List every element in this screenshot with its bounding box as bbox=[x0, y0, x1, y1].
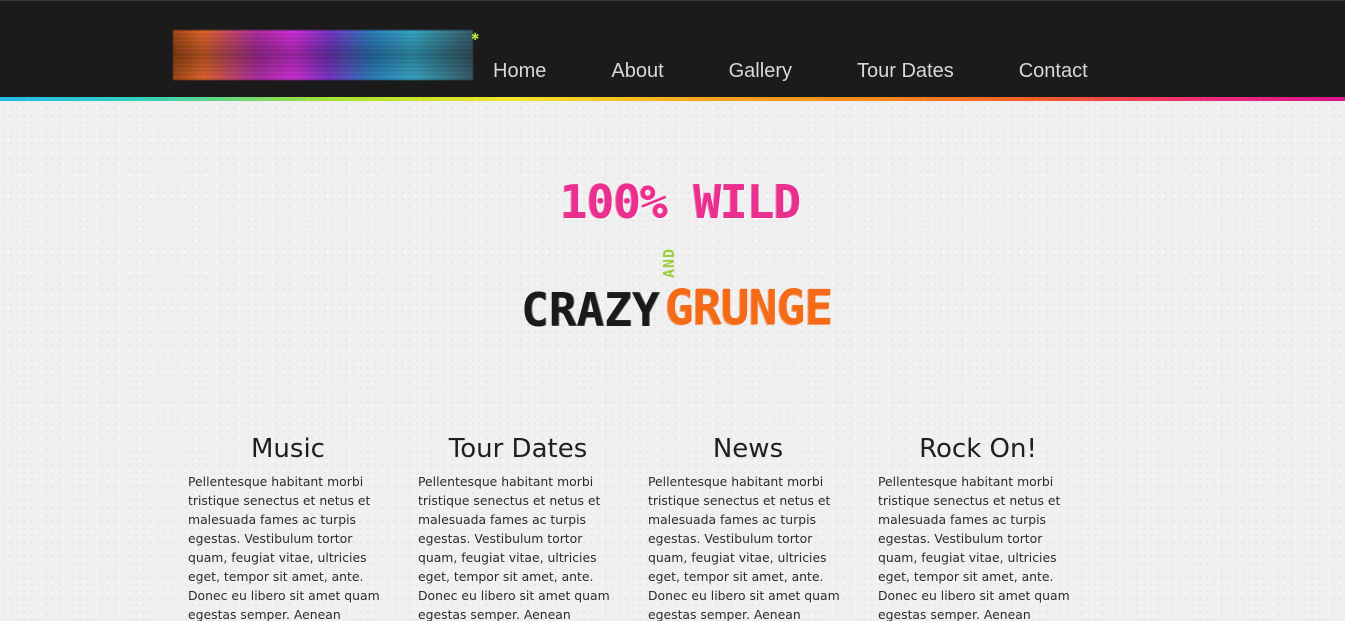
hero-and-text: AND bbox=[660, 247, 678, 278]
column-text: Pellentesque habitant morbi tristique se… bbox=[648, 474, 840, 621]
column-title: Tour Dates bbox=[448, 434, 588, 464]
rainbow-divider bbox=[0, 97, 1345, 101]
hero-headline-wild: 100% WILD bbox=[560, 175, 801, 229]
column-music: Music Pellentesque habitant morbi tristi… bbox=[188, 432, 388, 621]
main-nav: Home About Gallery Tour Dates Contact bbox=[493, 59, 1088, 83]
column-title: Rock On! bbox=[919, 434, 1037, 464]
column-text: Pellentesque habitant morbi tristique se… bbox=[418, 474, 610, 621]
nav-gallery-link[interactable]: Gallery bbox=[729, 59, 792, 83]
nav-about-link[interactable]: About bbox=[611, 59, 663, 83]
column-news: News Pellentesque habitant morbi tristiq… bbox=[648, 432, 848, 621]
logo-spark-icon: ✱ bbox=[471, 32, 480, 43]
column-tour-dates: Tour Dates Pellentesque habitant morbi t… bbox=[418, 432, 618, 621]
feature-columns: Music Pellentesque habitant morbi tristi… bbox=[188, 432, 1108, 621]
site-logo[interactable] bbox=[173, 30, 473, 80]
column-title: Music bbox=[251, 434, 325, 464]
top-header: ✱ Home About Gallery Tour Dates Contact bbox=[0, 0, 1345, 97]
column-rock-on: Rock On! Pellentesque habitant morbi tri… bbox=[878, 432, 1078, 621]
column-text: Pellentesque habitant morbi tristique se… bbox=[188, 474, 380, 621]
hero-headline-crazy: CRAZY bbox=[521, 283, 660, 337]
hero-banner: 100% WILD AND CRAZY GRUNGE bbox=[515, 170, 835, 340]
column-text: Pellentesque habitant morbi tristique se… bbox=[878, 474, 1070, 621]
nav-contact-link[interactable]: Contact bbox=[1019, 59, 1088, 83]
nav-home-link[interactable]: Home bbox=[493, 59, 546, 83]
hero-headline-grunge: GRUNGE bbox=[665, 280, 833, 336]
nav-tour-dates-link[interactable]: Tour Dates bbox=[857, 59, 954, 83]
column-title: News bbox=[712, 434, 784, 464]
